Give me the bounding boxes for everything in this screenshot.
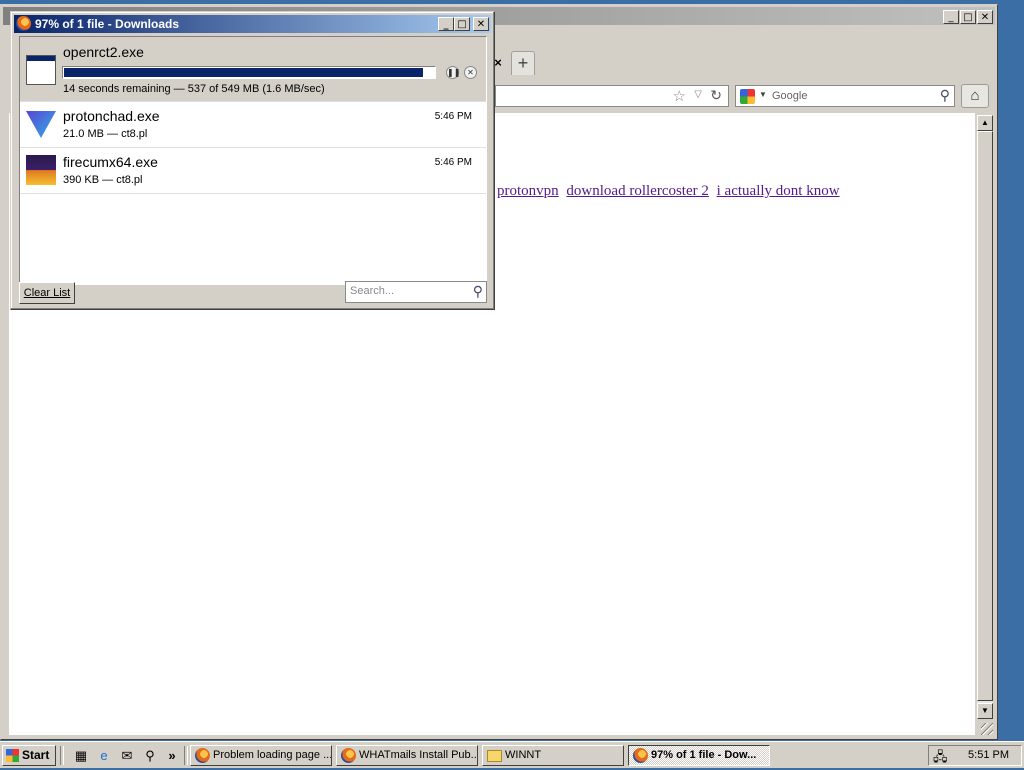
vertical-scrollbar[interactable]: ▲ ▼	[977, 115, 993, 719]
taskbar-divider	[60, 746, 64, 765]
download-name: protonchad.exe	[63, 108, 160, 124]
scroll-down-icon[interactable]: ▼	[977, 703, 993, 719]
link-row: protonvpn download rollercoster 2 i actu…	[497, 183, 844, 200]
link-download-rollercoster[interactable]: download rollercoster 2	[566, 183, 708, 199]
google-icon[interactable]	[740, 89, 755, 104]
search-icon[interactable]: ⚲	[940, 87, 950, 104]
window-title: 97% of 1 file - Downloads	[35, 17, 180, 31]
task-label: WHATmails Install Pub...	[359, 749, 478, 761]
home-button[interactable]: ⌂	[961, 84, 989, 108]
downloads-search[interactable]: ⚲	[345, 281, 487, 303]
downloads-search-input[interactable]	[350, 285, 462, 297]
search-icon[interactable]: ⚲	[473, 283, 483, 300]
maximize-button[interactable]: □	[960, 10, 976, 24]
download-status: 14 seconds remaining — 537 of 549 MB (1.…	[63, 83, 325, 95]
network-icon[interactable]: 🖧	[933, 748, 948, 770]
search-placeholder: Google	[772, 90, 808, 102]
exe-icon	[26, 55, 56, 85]
resize-grip[interactable]	[981, 723, 993, 735]
start-button[interactable]: Start	[2, 745, 56, 766]
task-button-active[interactable]: 97% of 1 file - Dow...	[628, 745, 770, 766]
engine-dropdown-icon[interactable]: ▼	[759, 90, 767, 99]
download-name: firecumx64.exe	[63, 154, 158, 170]
download-status: 390 KB — ct8.pl	[63, 174, 143, 186]
explorer-icon[interactable]: ⚲	[142, 748, 158, 764]
download-progress-bar	[62, 66, 436, 79]
quicklaunch-more-icon[interactable]: »	[164, 748, 180, 764]
close-button[interactable]: ✕	[473, 17, 489, 31]
downloads-titlebar[interactable]: 97% of 1 file - Downloads _ □ ✕	[14, 15, 491, 33]
clear-list-label: Clear List	[23, 287, 71, 299]
downloads-list: openrct2.exe ❚❚ ✕ 14 seconds remaining —…	[19, 36, 487, 285]
firefox-icon	[195, 748, 210, 763]
firefox-icon	[341, 748, 356, 763]
download-item-active[interactable]: openrct2.exe ❚❚ ✕ 14 seconds remaining —…	[20, 37, 486, 102]
windows-logo-icon	[6, 749, 19, 762]
clear-list-button[interactable]: Clear List	[19, 282, 75, 304]
task-label: Problem loading page ...	[213, 749, 332, 761]
minimize-button[interactable]: _	[438, 17, 454, 31]
history-dropdown-icon[interactable]: ▽	[694, 89, 702, 100]
search-bar[interactable]: ▼ Google ⚲	[735, 85, 955, 107]
home-icon: ⌂	[970, 87, 980, 104]
url-bar[interactable]: ☆ ▽ ↻	[495, 85, 729, 107]
task-button[interactable]: WINNT	[482, 745, 624, 766]
minimize-button[interactable]: _	[943, 10, 959, 24]
task-button[interactable]: WHATmails Install Pub...	[336, 745, 478, 766]
cancel-icon[interactable]: ✕	[464, 66, 477, 79]
maximize-button[interactable]: □	[454, 17, 470, 31]
taskbar: Start ▦ e ✉ ⚲ » Problem loading page ...…	[0, 741, 1024, 768]
firefox-installer-icon	[26, 155, 56, 185]
new-tab-button[interactable]: +	[511, 51, 535, 75]
download-item[interactable]: protonchad.exe 5:46 PM 21.0 MB — ct8.pl	[20, 102, 486, 148]
scroll-up-icon[interactable]: ▲	[977, 115, 993, 131]
download-item[interactable]: firecumx64.exe 5:46 PM 390 KB — ct8.pl	[20, 148, 486, 194]
pause-icon[interactable]: ❚❚	[446, 66, 460, 79]
folder-icon	[487, 750, 502, 762]
show-desktop-icon[interactable]: ▦	[73, 748, 89, 764]
protonvpn-icon	[26, 111, 56, 138]
download-time: 5:46 PM	[434, 111, 472, 122]
download-status: 21.0 MB — ct8.pl	[63, 128, 148, 140]
downloads-window: 97% of 1 file - Downloads _ □ ✕ openrct2…	[10, 11, 495, 310]
internet-explorer-icon[interactable]: e	[96, 748, 112, 764]
task-button[interactable]: Problem loading page ...	[190, 745, 332, 766]
system-tray: 🖧 5:51 PM	[928, 745, 1022, 766]
firefox-icon	[633, 748, 648, 763]
scroll-thumb[interactable]	[977, 131, 993, 701]
firefox-icon	[16, 16, 31, 31]
start-label: Start	[22, 748, 50, 762]
task-label: WINNT	[505, 749, 542, 761]
reload-icon[interactable]: ↻	[710, 87, 722, 104]
download-progress-fill	[64, 68, 423, 77]
download-time: 5:46 PM	[434, 157, 472, 168]
download-name: openrct2.exe	[63, 44, 144, 60]
close-button[interactable]: ✕	[977, 10, 993, 24]
clock[interactable]: 5:51 PM	[968, 749, 1009, 761]
bookmark-star-icon[interactable]: ☆	[673, 87, 686, 105]
task-label: 97% of 1 file - Dow...	[651, 749, 757, 761]
link-protonvpn[interactable]: protonvpn	[497, 183, 559, 199]
outlook-icon[interactable]: ✉	[119, 748, 135, 764]
taskbar-divider	[184, 746, 188, 765]
link-dont-know[interactable]: i actually dont know	[717, 183, 840, 199]
